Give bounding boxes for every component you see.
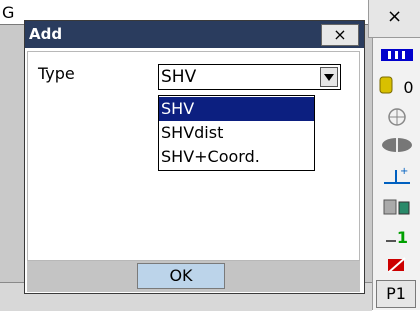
dropdown-option-shv[interactable]: SHV xyxy=(159,97,314,121)
tilt-icon xyxy=(373,102,420,132)
prism-status: 1 xyxy=(373,222,420,252)
pen-icon xyxy=(373,250,420,280)
dropdown-option-shv-coord[interactable]: SHV+Coord. xyxy=(159,145,314,169)
memory-status: 0 xyxy=(373,72,420,102)
prism-icon xyxy=(385,228,397,247)
dialog-title: Add xyxy=(29,25,63,43)
memory-count: 0 xyxy=(403,77,414,97)
target-icon xyxy=(373,130,420,160)
svg-text:+: + xyxy=(400,166,408,177)
dropdown-option-shvdist[interactable]: SHVdist xyxy=(159,121,314,145)
type-dropdown-list: SHV SHVdist SHV+Coord. xyxy=(158,95,315,171)
page-button[interactable]: P1 xyxy=(376,280,416,308)
instrument-height-icon: + xyxy=(373,160,420,190)
type-label: Type xyxy=(38,64,75,83)
device-icon xyxy=(373,192,420,222)
battery-icon xyxy=(373,40,420,70)
dialog-footer: OK xyxy=(27,261,360,292)
background-close-button[interactable]: × xyxy=(368,0,420,38)
ok-button[interactable]: OK xyxy=(137,263,225,289)
memory-icon xyxy=(379,76,393,98)
prism-constant: 1 xyxy=(396,227,409,247)
type-select[interactable]: SHV xyxy=(158,64,341,90)
dialog-close-button[interactable]: × xyxy=(321,24,359,46)
background-title: G xyxy=(2,3,15,22)
add-dialog: Add × Type SHV SHV SHVdist SHV+Coord. OK xyxy=(24,20,365,294)
status-sidebar: 0 + 1 xyxy=(372,38,420,310)
dialog-titlebar: Add × xyxy=(25,21,364,49)
chevron-down-icon[interactable] xyxy=(320,67,338,87)
type-select-value: SHV xyxy=(161,67,197,87)
dialog-body: Type SHV SHV SHVdist SHV+Coord. xyxy=(27,51,360,261)
